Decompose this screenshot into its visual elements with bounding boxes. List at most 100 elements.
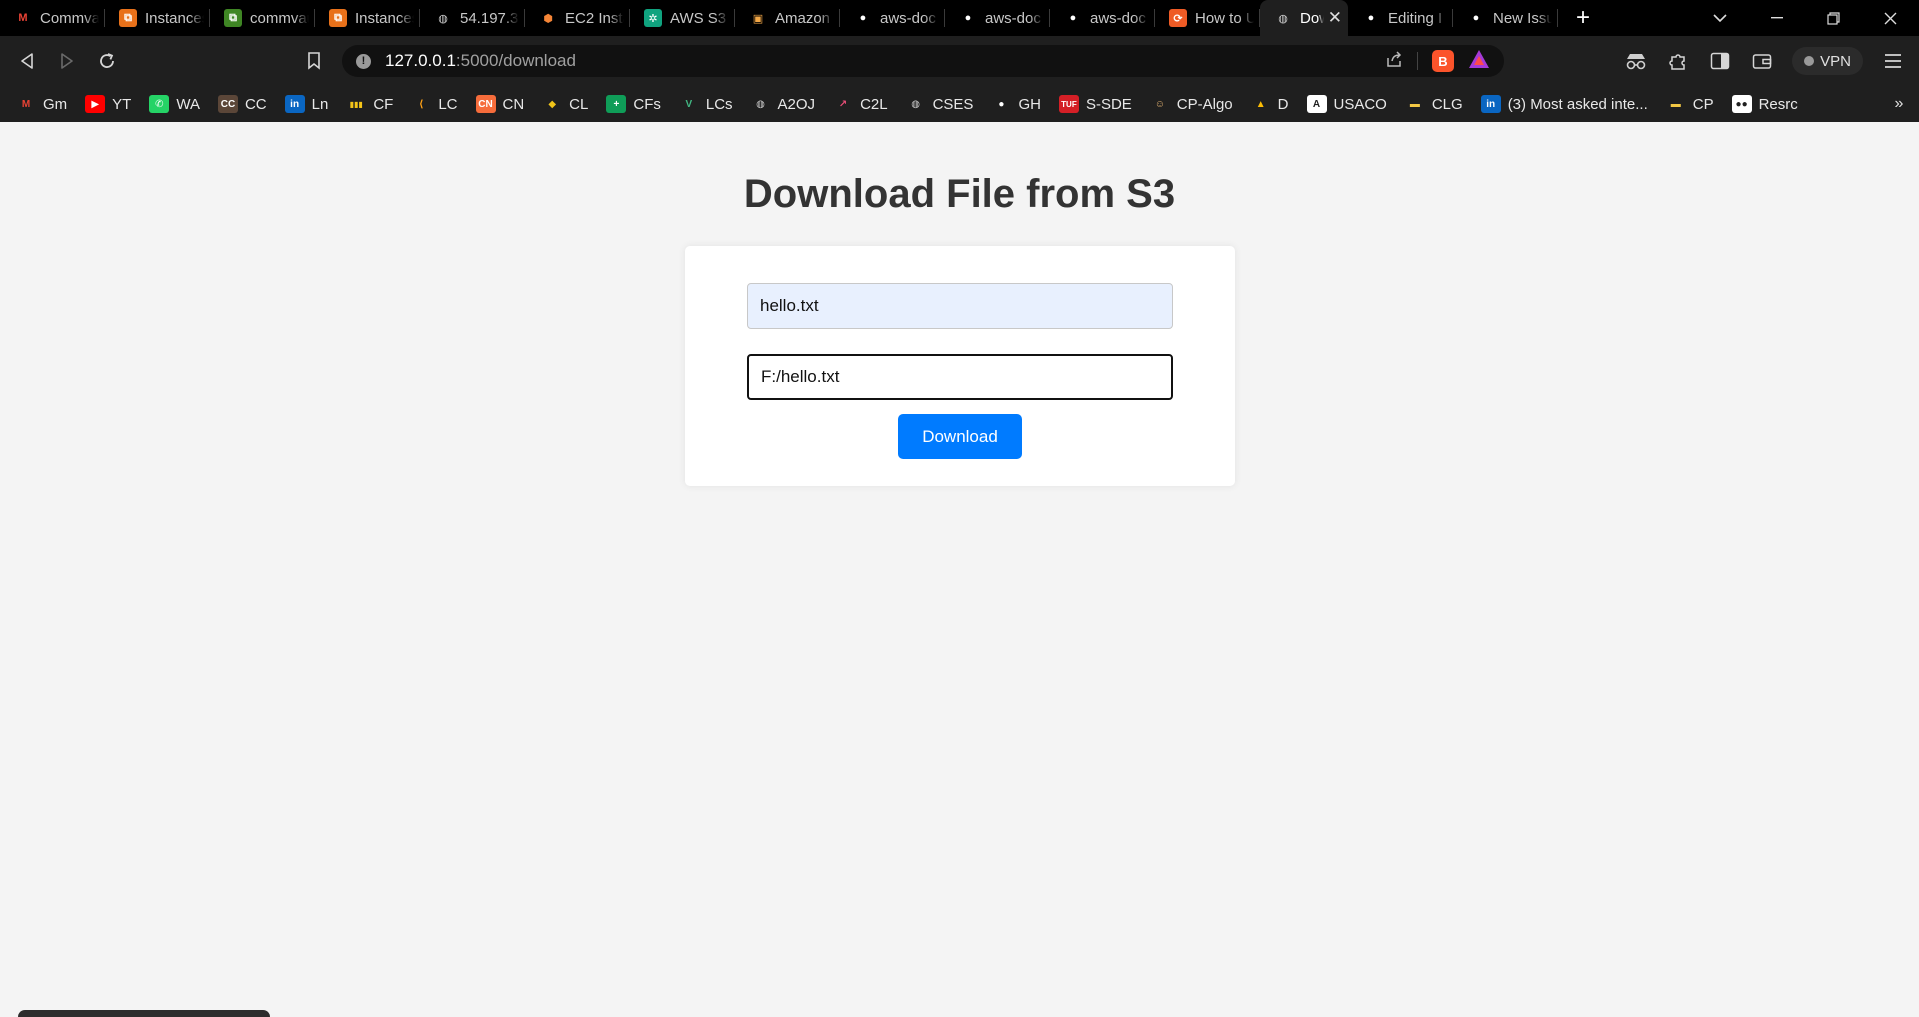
- tab-title: How to U: [1195, 9, 1254, 27]
- bookmark-page-icon[interactable]: [294, 41, 334, 81]
- bookmark-10[interactable]: V LCs: [679, 95, 733, 113]
- bookmark-7[interactable]: CN CN: [475, 95, 524, 113]
- tab-6[interactable]: ✲ AWS S3 B: [630, 0, 735, 36]
- tab-title: aws-doc: [985, 9, 1041, 27]
- bookmarks-overflow-icon[interactable]: »: [1879, 95, 1919, 113]
- github-icon: ●: [998, 98, 1005, 110]
- bookmark-13[interactable]: ◍ CSES: [906, 95, 973, 113]
- save-path-input[interactable]: [747, 354, 1173, 400]
- new-tab-button[interactable]: +: [1558, 0, 1608, 36]
- leetcode-icon: ⟨: [419, 98, 424, 110]
- bookmark-19[interactable]: ▬ CLG: [1405, 95, 1463, 113]
- tab-2[interactable]: ⧉ commvault: [210, 0, 315, 36]
- restore-button[interactable]: [1805, 0, 1862, 36]
- bookmark-14[interactable]: ● GH: [991, 95, 1041, 113]
- minimize-button[interactable]: [1748, 0, 1805, 36]
- tab-14[interactable]: ● New Issu: [1453, 0, 1558, 36]
- incognito-icon[interactable]: [1624, 49, 1648, 73]
- globe-icon: ◍: [756, 98, 765, 110]
- tab-strip: M Commvault ⧉ Instances ⧉ commvault ⧉ Instances…: [0, 0, 1919, 36]
- tab-3[interactable]: ⧉ Instances: [315, 0, 420, 36]
- bookmark-0[interactable]: M Gm: [16, 95, 67, 113]
- brave-shields-icon[interactable]: B: [1432, 50, 1454, 72]
- bookmark-12[interactable]: ↗ C2L: [833, 95, 888, 113]
- forward-button[interactable]: [47, 41, 87, 81]
- sidebar-icon[interactable]: [1708, 49, 1732, 73]
- codolio-icon: ◆: [548, 98, 557, 110]
- bookmark-16[interactable]: ☺ CP-Algo: [1150, 95, 1233, 113]
- bookmark-4[interactable]: in Ln: [284, 95, 328, 113]
- bookmark-1[interactable]: ▶ YT: [85, 95, 131, 113]
- reload-button[interactable]: [87, 41, 127, 81]
- close-tab-icon[interactable]: ✕: [1328, 8, 1342, 28]
- bookmark-label: CLG: [1431, 95, 1463, 113]
- github-icon: ●: [1367, 12, 1375, 24]
- file-name-input[interactable]: [747, 283, 1173, 329]
- tab-title: aws-doc: [880, 9, 936, 27]
- medium-icon: ●●: [1731, 95, 1752, 113]
- postman-icon: ⟳: [1169, 9, 1187, 27]
- vpn-button[interactable]: VPN: [1792, 47, 1863, 75]
- aws-ec2-icon: ⧉: [329, 9, 347, 27]
- youtube-icon: ▶: [85, 95, 106, 113]
- github-icon: ●: [859, 12, 867, 24]
- tab-9[interactable]: ● aws-doc: [945, 0, 1050, 36]
- url-host: 127.0.0.1: [385, 51, 456, 70]
- browser-toolbar: ! 127.0.0.1:5000/download B VPN: [0, 36, 1919, 86]
- bookmark-18[interactable]: A USACO: [1306, 95, 1387, 113]
- tab-11[interactable]: ⟳ How to U: [1155, 0, 1260, 36]
- bookmark-9[interactable]: + CFs: [606, 95, 661, 113]
- bookmark-2[interactable]: ✆ WA: [149, 95, 200, 113]
- tab-12[interactable]: ◍ Down✕: [1260, 0, 1348, 36]
- tab-8[interactable]: ● aws-doc: [840, 0, 945, 36]
- bookmark-11[interactable]: ◍ A2OJ: [751, 95, 815, 113]
- tab-0[interactable]: M Commvault: [0, 0, 105, 36]
- tab-1[interactable]: ⧉ Instances: [105, 0, 210, 36]
- tab-7[interactable]: ▣ Amazon: [735, 0, 840, 36]
- back-button[interactable]: [7, 41, 47, 81]
- wallet-icon[interactable]: [1750, 49, 1774, 73]
- address-bar[interactable]: ! 127.0.0.1:5000/download B: [342, 45, 1504, 77]
- bookmark-label: LC: [438, 95, 458, 113]
- codeforces-icon: ▮▮▮: [349, 99, 363, 109]
- bookmark-8[interactable]: ◆ CL: [542, 95, 588, 113]
- tab-13[interactable]: ● Editing I: [1348, 0, 1453, 36]
- bookmark-label: (3) Most asked inte...: [1507, 95, 1648, 113]
- bookmark-label: CP: [1692, 95, 1714, 113]
- bookmark-6[interactable]: ⟨ LC: [411, 95, 457, 113]
- extensions-icon[interactable]: [1666, 49, 1690, 73]
- bookmark-20[interactable]: in (3) Most asked inte...: [1480, 95, 1648, 113]
- bookmark-label: USACO: [1333, 95, 1387, 113]
- page-title: Download File from S3: [743, 172, 1176, 216]
- tuf-icon: TUF: [1058, 95, 1079, 113]
- close-window-button[interactable]: [1862, 0, 1919, 36]
- bookmark-15[interactable]: TUF S-SDE: [1058, 95, 1132, 113]
- tab-5[interactable]: ⬢ EC2 Instance: [525, 0, 630, 36]
- bookmark-17[interactable]: ▲ D: [1251, 95, 1289, 113]
- download-button[interactable]: Download: [898, 414, 1022, 459]
- tab-list: M Commvault ⧉ Instances ⧉ commvault ⧉ Instances…: [0, 0, 1558, 36]
- bookmark-label: WA: [176, 95, 200, 113]
- tab-title: Commvault: [40, 9, 99, 27]
- bookmark-label: D: [1277, 95, 1289, 113]
- globe-icon: ◍: [438, 12, 448, 25]
- menu-icon[interactable]: [1881, 49, 1905, 73]
- bookmark-22[interactable]: ●● Resrc: [1731, 95, 1798, 113]
- tab-title: commvault: [250, 9, 309, 27]
- bookmark-5[interactable]: ▮▮▮ CF: [346, 95, 394, 113]
- bookmark-label: GH: [1018, 95, 1041, 113]
- site-info-icon[interactable]: !: [356, 53, 371, 69]
- tab-10[interactable]: ● aws-doc: [1050, 0, 1155, 36]
- tab-4[interactable]: ◍ 54.197.32: [420, 0, 525, 36]
- gmail-icon: M: [18, 12, 28, 24]
- brave-rewards-icon[interactable]: [1468, 49, 1490, 74]
- tab-search-chevron-icon[interactable]: [1691, 0, 1748, 36]
- bookmark-label: YT: [112, 95, 132, 113]
- share-icon[interactable]: [1385, 50, 1403, 73]
- drive-icon: ▲: [1255, 98, 1266, 110]
- bookmark-3[interactable]: CC CC: [217, 95, 267, 113]
- bookmark-21[interactable]: ▬ CP: [1666, 95, 1714, 113]
- cpalgo-icon: ☺: [1154, 98, 1165, 110]
- github-icon: ●: [964, 12, 972, 24]
- globe-icon: ◍: [1278, 12, 1288, 25]
